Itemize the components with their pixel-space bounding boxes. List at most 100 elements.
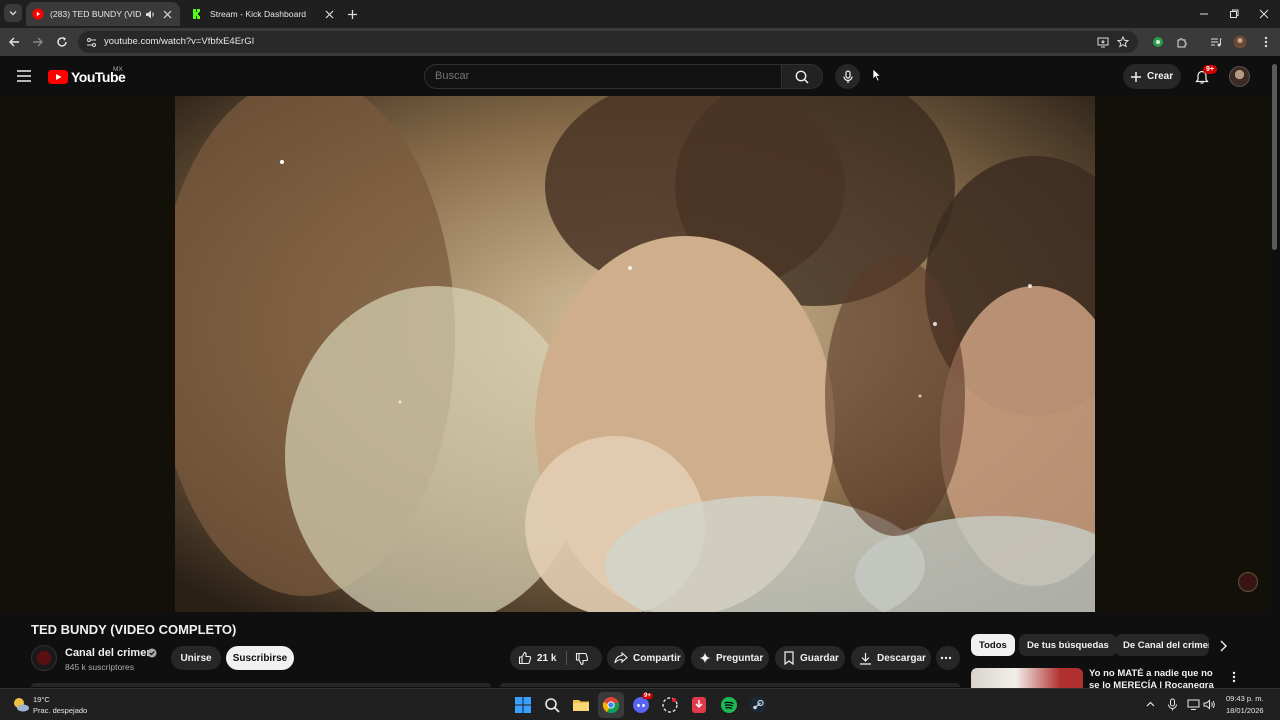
microphone-icon (842, 69, 853, 83)
ask-label: Preguntar (716, 652, 764, 664)
close-window-button[interactable] (1256, 6, 1272, 22)
subscriber-count: 845 k suscriptores (65, 662, 134, 672)
install-app-icon[interactable] (1096, 35, 1110, 49)
file-explorer-icon[interactable] (572, 696, 590, 714)
ask-button[interactable]: Preguntar (691, 646, 769, 670)
clock-time[interactable]: 09:43 p. m. (1226, 694, 1264, 703)
browser-tab-kick[interactable]: Stream - Kick Dashboard (186, 2, 342, 26)
create-label: Crear (1147, 71, 1174, 82)
speaker-icon[interactable] (144, 8, 156, 20)
search-icon (795, 70, 809, 84)
taskbar-search-icon[interactable] (543, 696, 561, 714)
address-bar[interactable]: youtube.com/watch?v=VfbfxE4ErGI (78, 31, 1138, 53)
tray-chevron-up-icon[interactable] (1144, 698, 1157, 711)
thumbs-down-icon (575, 652, 589, 666)
plus-icon (347, 9, 357, 19)
close-tab-icon[interactable] (160, 7, 174, 21)
video-frame[interactable] (175, 96, 1095, 612)
subscribe-button[interactable]: Suscribirse (226, 646, 294, 670)
comments-box[interactable] (500, 683, 960, 687)
search-box (424, 64, 782, 89)
youtube-favicon-icon (32, 8, 44, 20)
chrome-icon[interactable] (602, 696, 620, 714)
close-icon (1259, 9, 1269, 19)
sparkle-icon (699, 652, 711, 664)
profile-icon[interactable] (1232, 34, 1248, 50)
share-button[interactable]: Compartir (607, 646, 685, 670)
chevron-down-icon (9, 11, 17, 16)
video-player[interactable] (0, 96, 1270, 612)
red-app-icon[interactable] (690, 696, 708, 714)
weather-temperature: 19°C (33, 695, 50, 704)
search-button[interactable] (781, 64, 823, 89)
save-label: Guardar (800, 652, 839, 664)
save-button[interactable]: Guardar (775, 646, 845, 670)
like-count: 21 k (537, 652, 557, 664)
app-circle-icon[interactable] (661, 696, 679, 714)
chevron-right-icon[interactable] (1215, 638, 1231, 654)
country-code: MX (113, 66, 123, 73)
site-info-icon[interactable] (85, 36, 97, 48)
browser-tab-youtube[interactable]: (283) TED BUNDY (VIDEO C (26, 2, 180, 26)
tray-microphone-icon[interactable] (1166, 698, 1179, 711)
account-avatar[interactable] (1229, 66, 1250, 87)
create-button[interactable]: Crear (1123, 64, 1181, 89)
tab-title: (283) TED BUNDY (VIDEO C (50, 9, 142, 19)
channel-avatar[interactable] (31, 645, 57, 671)
like-dislike-divider (566, 651, 567, 665)
minimize-icon (1200, 13, 1208, 15)
chip-from-channel[interactable]: De Canal del crimen (1115, 634, 1209, 656)
hamburger-menu-icon[interactable] (16, 68, 32, 84)
chip-all[interactable]: Todos (971, 634, 1015, 656)
download-button[interactable]: Descargar (851, 646, 931, 670)
search-input[interactable] (435, 70, 765, 82)
new-tab-button[interactable] (344, 6, 360, 22)
plus-icon (1131, 71, 1141, 82)
tab-search-button[interactable] (4, 4, 22, 22)
browser-toolbar: youtube.com/watch?v=VfbfxE4ErGI (0, 28, 1280, 56)
dislike-button[interactable] (574, 651, 590, 667)
kick-favicon-icon (192, 8, 204, 20)
bookmark-icon (784, 651, 794, 665)
recommendation-title[interactable]: Yo no MATÉ a nadie que no se lo MERECÍA … (1089, 668, 1219, 690)
restore-button[interactable] (1226, 6, 1242, 22)
restore-icon (1230, 9, 1239, 18)
more-actions-button[interactable] (936, 646, 960, 670)
join-button[interactable]: Unirse (171, 646, 221, 670)
browser-menu-icon[interactable] (1258, 34, 1274, 50)
channel-name[interactable]: Canal del crimen (65, 647, 153, 659)
download-label: Descargar (877, 652, 926, 664)
arrow-right-icon (33, 37, 43, 47)
subscribe-label: Suscribirse (232, 652, 288, 664)
extensions-puzzle-icon[interactable] (1174, 34, 1190, 50)
channel-watermark-icon[interactable] (1238, 572, 1258, 592)
thumbs-up-icon (518, 651, 532, 665)
steam-icon[interactable] (749, 696, 767, 714)
url-text: youtube.com/watch?v=VfbfxE4ErGI (104, 36, 255, 47)
windows-start-icon[interactable] (514, 696, 532, 714)
spotify-icon[interactable] (720, 696, 738, 714)
tray-volume-icon[interactable] (1203, 698, 1216, 711)
description-box[interactable] (31, 683, 491, 687)
close-tab-icon[interactable] (322, 7, 336, 21)
voice-search-button[interactable] (835, 64, 860, 89)
extension-green-icon[interactable] (1150, 34, 1166, 50)
minimize-button[interactable] (1196, 6, 1212, 22)
clock-date[interactable]: 18/01/2026 (1226, 706, 1264, 715)
chip-from-searches[interactable]: De tus búsquedas (1019, 634, 1117, 656)
page-scrollbar[interactable] (1270, 56, 1280, 690)
media-controls-icon[interactable] (1208, 34, 1224, 50)
forward-button[interactable] (30, 34, 46, 50)
weather-moon-cloud-icon[interactable] (12, 696, 30, 714)
youtube-play-logo-icon (48, 70, 68, 84)
recommendation-thumbnail[interactable] (971, 668, 1083, 690)
tab-title: Stream - Kick Dashboard (210, 9, 306, 19)
reload-icon (57, 37, 67, 47)
recommendation-menu-icon[interactable] (1228, 670, 1240, 684)
back-button[interactable] (6, 34, 22, 50)
bookmark-star-icon[interactable] (1116, 35, 1130, 49)
tray-network-icon[interactable] (1187, 698, 1200, 711)
scrollbar-thumb[interactable] (1272, 64, 1277, 250)
reload-button[interactable] (54, 34, 70, 50)
arrow-left-icon (9, 37, 19, 47)
